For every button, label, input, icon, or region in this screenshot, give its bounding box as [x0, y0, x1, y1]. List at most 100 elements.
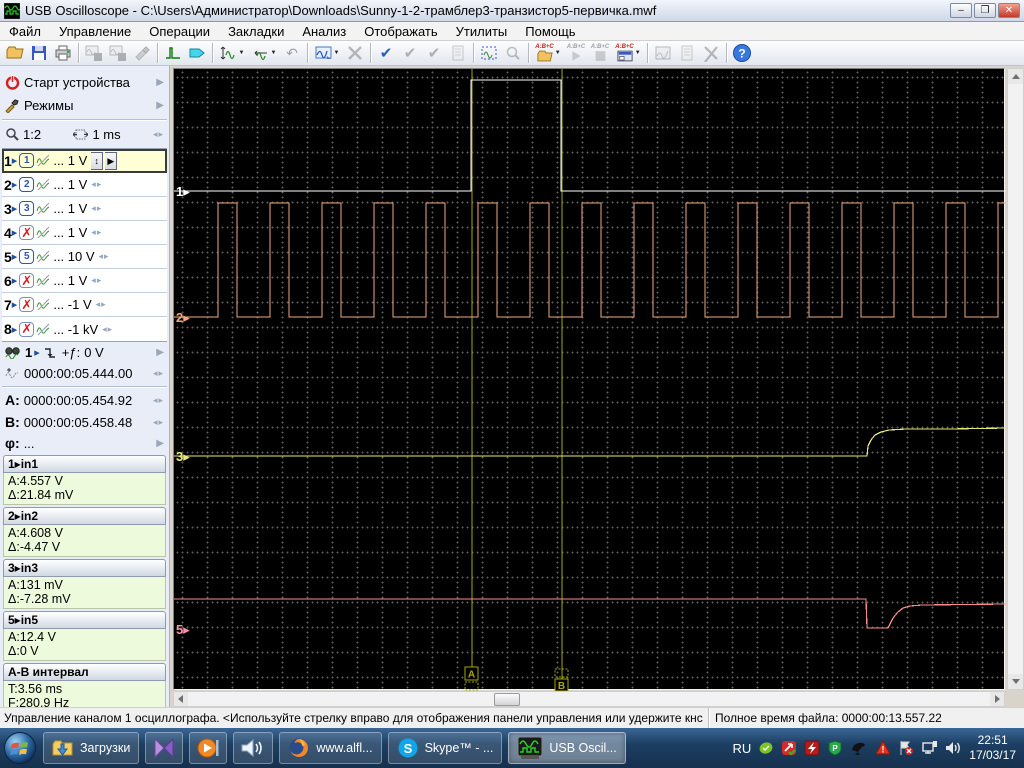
adjust-arrows-icon[interactable]: ◂▸ [153, 395, 164, 406]
channel-expand-button[interactable]: ▶ [105, 152, 117, 170]
download-check-icon[interactable] [781, 740, 797, 756]
phase-row[interactable]: φ: ... ▶ [2, 433, 167, 453]
taskbar-volume-button[interactable] [233, 732, 273, 764]
taskbar-mediaplayer-button[interactable] [189, 732, 227, 764]
channel-row-7[interactable]: 7▸ ✗ ... -1 V ◂▸ [2, 293, 167, 317]
display-mode-button[interactable]: ▼ [311, 42, 343, 64]
measure-header[interactable]: A-B интервал [3, 663, 166, 681]
zoom-ratio-value[interactable]: 1:2 [23, 127, 41, 142]
copy-signal-image-button[interactable] [106, 42, 130, 64]
measure-header[interactable]: 2▸in2 [3, 507, 166, 525]
abc-stop-button[interactable]: A:B+C [588, 42, 612, 64]
volume-tray-icon[interactable] [945, 740, 962, 756]
start-device-row[interactable]: Старт устройства ▶ [2, 71, 167, 94]
taskbar-downloads-button[interactable]: Загрузки [43, 732, 139, 764]
satellite-icon[interactable] [850, 740, 868, 756]
save-signal-image-button[interactable] [82, 42, 106, 64]
channel-disabled-icon[interactable]: ✗ [19, 273, 34, 288]
signal-options-button[interactable]: ▼ [216, 42, 248, 64]
abc-open-button[interactable]: A:B+C ▼ [532, 42, 564, 64]
zoom-selection-button[interactable] [477, 42, 501, 64]
adjust-arrows-icon[interactable]: ◂▸ [91, 179, 102, 190]
chevron-right-icon[interactable]: ▶ [156, 438, 164, 449]
open-file-button[interactable] [3, 42, 27, 64]
print-button[interactable] [51, 42, 75, 64]
chevron-right-icon[interactable]: ▶ [156, 77, 164, 88]
coupling-wave-icon[interactable] [36, 202, 51, 215]
menu-operations[interactable]: Операции [140, 22, 219, 41]
signal-options-2-button[interactable]: ▼ [248, 42, 280, 64]
delete-signal-button[interactable] [343, 42, 367, 64]
abc-panel-button[interactable]: A:B+C ▼ [612, 42, 644, 64]
horizontal-scrollbar[interactable] [173, 691, 1005, 707]
channel-row-4[interactable]: 4▸ ✗ ... 1 V ◂▸ [2, 221, 167, 245]
coupling-wave-icon[interactable] [36, 250, 51, 263]
single-sweep-button[interactable] [161, 42, 185, 64]
waveform-display[interactable]: 1▸2▸3▸5▸AB [173, 68, 1005, 690]
channel-spin-button[interactable]: ↕ [91, 152, 103, 170]
scroll-down-button[interactable] [1008, 674, 1023, 689]
marker-button[interactable] [185, 42, 209, 64]
channel-row-3[interactable]: 3▸ 3 ... 1 V ◂▸ [2, 197, 167, 221]
taskbar-kmplayer-button[interactable] [145, 732, 183, 764]
taskbar-firefox-button[interactable]: www.alfl... [279, 732, 381, 764]
channel-disabled-icon[interactable]: ✗ [19, 297, 34, 312]
minimize-button[interactable]: – [950, 3, 972, 18]
coupling-wave-icon[interactable] [36, 178, 51, 191]
adjust-arrows-icon[interactable]: ◂▸ [91, 227, 102, 238]
coupling-wave-icon[interactable] [36, 154, 51, 167]
adjust-arrows-icon[interactable]: ◂▸ [91, 203, 102, 214]
start-button[interactable] [0, 728, 40, 768]
abc-play-button[interactable]: A:B+C [564, 42, 588, 64]
channel-row-2[interactable]: 2▸ 2 ... 1 V ◂▸ [2, 173, 167, 197]
channel-mode-icon[interactable]: 5 [19, 249, 34, 264]
save-button[interactable] [27, 42, 51, 64]
apply-check-button[interactable]: ✔ [374, 42, 398, 64]
cursor-a-row[interactable]: A: 0000:00:05.454.92 ◂▸ [2, 389, 167, 411]
coupling-wave-icon[interactable] [36, 323, 51, 336]
adjust-arrows-icon[interactable]: ◂▸ [153, 368, 164, 379]
help-button[interactable]: ? [730, 42, 754, 64]
time-per-div-value[interactable]: 1 ms [92, 127, 120, 142]
inspect-button[interactable] [501, 42, 525, 64]
trigger-row[interactable]: 1▸ +ƒ: 0 V ▶ [2, 342, 167, 363]
scroll-thumb[interactable] [494, 693, 520, 706]
result-delete-button[interactable] [699, 42, 723, 64]
trigger-level-value[interactable]: 0 V [84, 345, 104, 360]
action-center-flag-icon[interactable] [898, 740, 914, 756]
undo-button[interactable]: ↶ [280, 42, 304, 64]
result-chart-button[interactable] [651, 42, 675, 64]
scroll-up-button[interactable] [1008, 69, 1023, 84]
taskbar-oscilloscope-button[interactable]: USB Oscil... [508, 732, 625, 764]
warning-icon[interactable]: ! [875, 740, 891, 756]
channel-row-1[interactable]: 1▸ 1 ... 1 V ↕ ▶ [2, 149, 167, 173]
taskbar-clock[interactable]: 22:51 17/03/17 [969, 733, 1016, 763]
menu-display[interactable]: Отображать [355, 22, 446, 41]
measure-header[interactable]: 3▸in3 [3, 559, 166, 577]
protocol-button[interactable] [446, 42, 470, 64]
modes-row[interactable]: Режимы ▶ [2, 94, 167, 117]
coupling-wave-icon[interactable] [36, 274, 51, 287]
channel-row-6[interactable]: 6▸ ✗ ... 1 V ◂▸ [2, 269, 167, 293]
coupling-wave-icon[interactable] [36, 298, 51, 311]
network-icon[interactable] [921, 740, 938, 756]
menu-utilities[interactable]: Утилиты [447, 22, 517, 41]
channel-mode-icon[interactable]: 3 [19, 201, 34, 216]
adjust-arrows-icon[interactable]: ◂▸ [99, 251, 110, 262]
maximize-button[interactable]: ❐ [974, 3, 996, 18]
language-indicator[interactable]: RU [733, 741, 752, 756]
close-button[interactable]: ✕ [998, 3, 1020, 18]
channel-row-5[interactable]: 5▸ 5 ... 10 V ◂▸ [2, 245, 167, 269]
channel-disabled-icon[interactable]: ✗ [19, 322, 34, 337]
shield-icon[interactable]: P [827, 740, 843, 756]
menu-help[interactable]: Помощь [516, 22, 584, 41]
menu-bookmarks[interactable]: Закладки [219, 22, 293, 41]
menu-control[interactable]: Управление [50, 22, 140, 41]
channel-disabled-icon[interactable]: ✗ [19, 225, 34, 240]
channel-mode-icon[interactable]: 1 [19, 153, 34, 168]
cursor-b-row[interactable]: B: 0000:00:05.458.48 ◂▸ [2, 411, 167, 433]
vertical-scrollbar[interactable] [1007, 68, 1024, 690]
apply-check-2-button[interactable]: ✔ [398, 42, 422, 64]
adjust-arrows-icon[interactable]: ◂▸ [91, 275, 102, 286]
scroll-right-button[interactable] [990, 692, 1004, 706]
